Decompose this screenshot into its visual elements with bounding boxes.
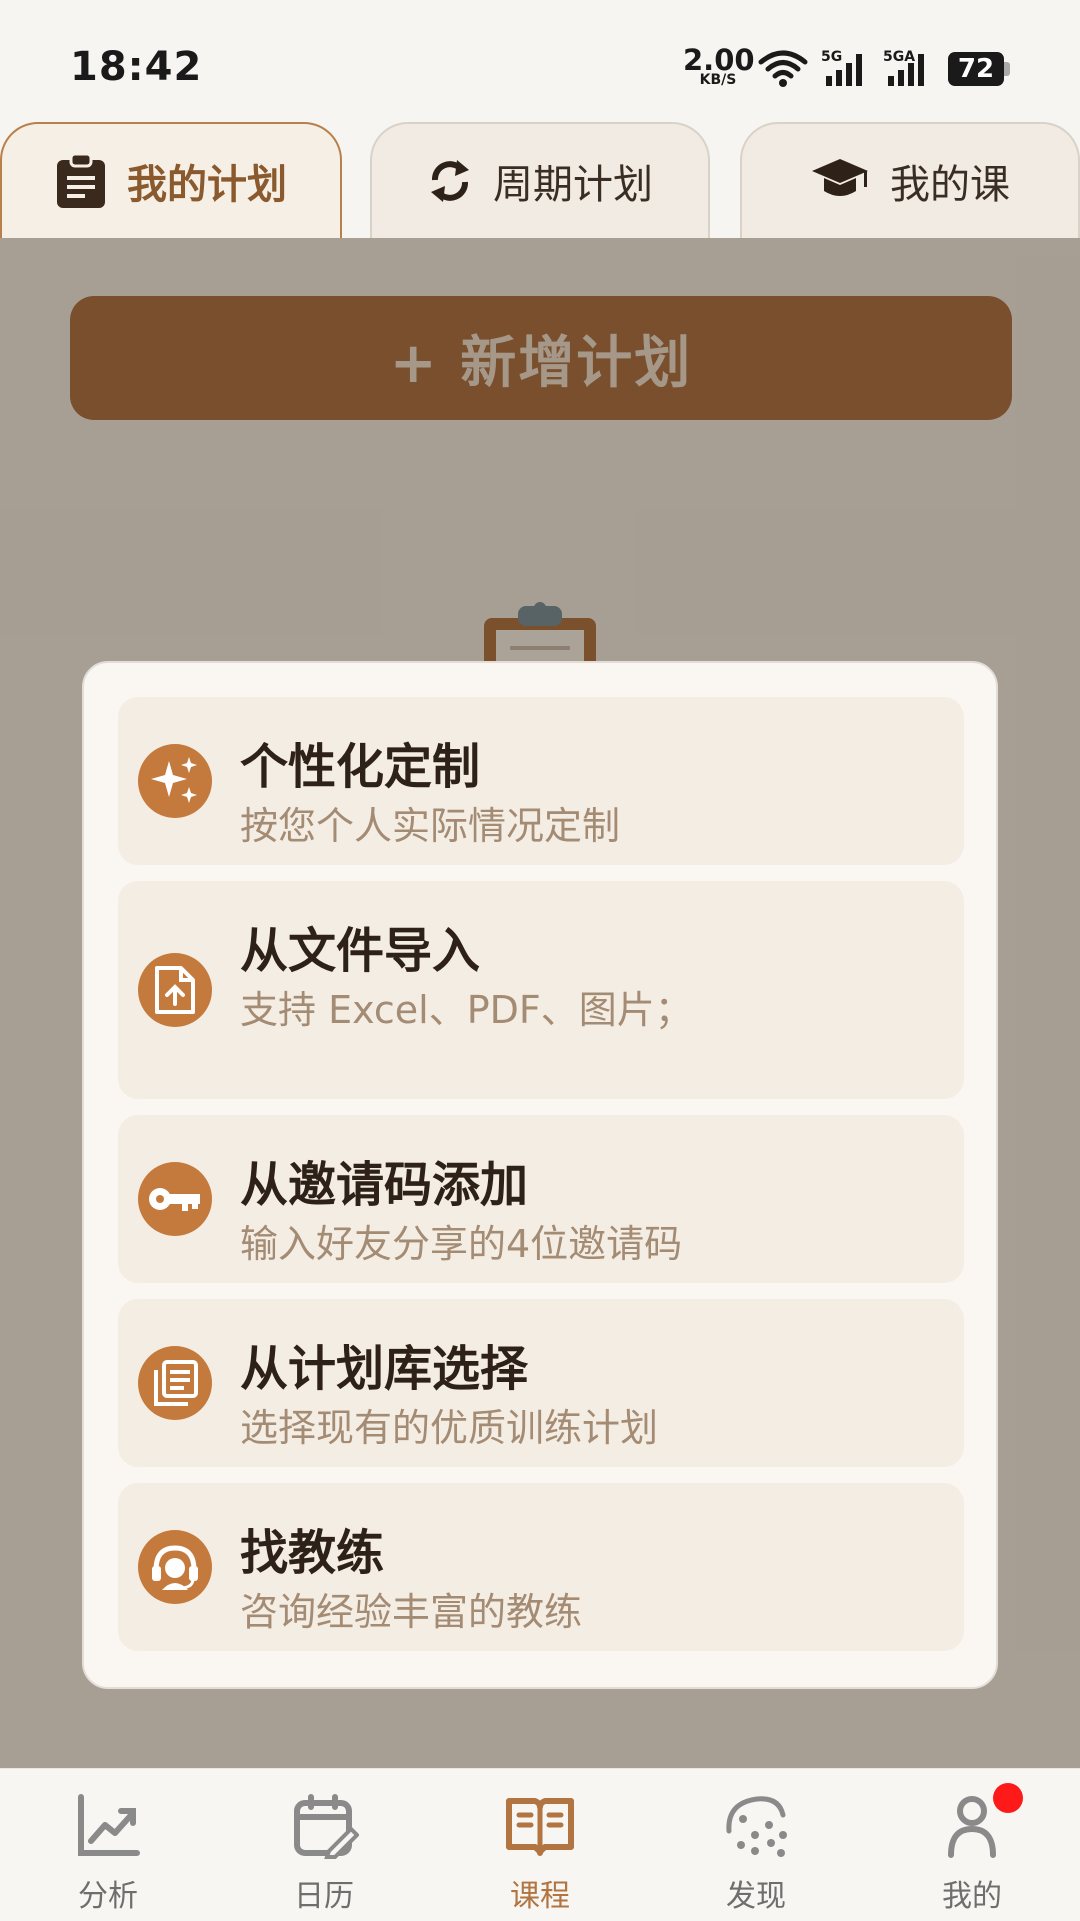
menu-item-title: 个性化定制 xyxy=(240,739,481,795)
nav-label: 日历 xyxy=(294,1879,354,1914)
menu-item-title: 从文件导入 xyxy=(240,923,481,979)
headset-icon xyxy=(138,1530,212,1604)
menu-item-subtitle: 按您个人实际情况定制 xyxy=(240,804,621,848)
menu-item-title: 从计划库选择 xyxy=(240,1341,529,1397)
menu-item-title: 从邀请码添加 xyxy=(240,1157,529,1213)
battery-indicator: 72 xyxy=(948,52,1012,86)
tab-label: 周期计划 xyxy=(493,162,653,208)
tab-cycle-plan[interactable]: 周期计划 xyxy=(370,122,710,238)
menu-item-personalize[interactable]: 个性化定制 按您个人实际情况定制 xyxy=(118,697,964,865)
key-icon xyxy=(138,1162,212,1236)
svg-text:5G: 5G xyxy=(821,49,842,65)
file-upload-icon xyxy=(138,953,212,1027)
nav-mine[interactable]: 我的 xyxy=(864,1769,1080,1921)
library-icon xyxy=(138,1346,212,1420)
clipboard-icon xyxy=(57,152,105,208)
tab-my-plan[interactable]: 我的计划 xyxy=(0,122,342,238)
tab-label: 我的计划 xyxy=(127,162,287,208)
refresh-icon xyxy=(431,160,469,202)
add-plan-menu: 个性化定制 按您个人实际情况定制 从文件导入 支持 Excel、PDF、图片； … xyxy=(82,661,998,1689)
menu-item-title: 找教练 xyxy=(240,1525,385,1581)
menu-item-subtitle: 咨询经验丰富的教练 xyxy=(240,1590,583,1634)
battery-level: 72 xyxy=(957,54,995,84)
network-speed-value: 2.00 xyxy=(683,43,755,77)
discover-icon xyxy=(726,1796,787,1857)
menu-item-import-file[interactable]: 从文件导入 支持 Excel、PDF、图片； xyxy=(118,881,964,1099)
menu-item-find-coach[interactable]: 找教练 咨询经验丰富的教练 xyxy=(118,1483,964,1651)
status-time: 18:42 xyxy=(70,44,203,90)
menu-item-subtitle: 输入好友分享的4位邀请码 xyxy=(240,1222,683,1266)
book-icon xyxy=(506,1798,574,1856)
cellular-signal-icon: 5G xyxy=(821,49,862,86)
calendar-icon xyxy=(294,1794,359,1859)
menu-item-plan-library[interactable]: 从计划库选择 选择现有的优质训练计划 xyxy=(118,1299,964,1467)
nav-label: 分析 xyxy=(78,1879,138,1914)
bottom-navigation: 分析 日历 课程 发现 我的 xyxy=(0,1768,1080,1921)
nav-calendar[interactable]: 日历 xyxy=(216,1769,432,1921)
network-speed: 2.00 KB/S xyxy=(683,43,755,88)
notification-badge xyxy=(993,1783,1023,1813)
nav-discover[interactable]: 发现 xyxy=(648,1769,864,1921)
wifi-icon xyxy=(758,50,808,87)
chart-icon xyxy=(78,1794,140,1856)
nav-label: 课程 xyxy=(510,1879,570,1914)
tab-label: 我的课 xyxy=(890,162,1010,208)
menu-item-invite-code[interactable]: 从邀请码添加 输入好友分享的4位邀请码 xyxy=(118,1115,964,1283)
graduation-cap-icon xyxy=(812,159,868,196)
cellular-signal-2-icon: 5GA xyxy=(883,49,924,86)
sparkles-icon xyxy=(138,744,212,818)
tab-my-course[interactable]: 我的课 xyxy=(740,122,1080,238)
nav-analysis[interactable]: 分析 xyxy=(0,1769,216,1921)
battery-cap xyxy=(1004,62,1010,76)
nav-label: 我的 xyxy=(942,1879,1002,1914)
svg-text:5GA: 5GA xyxy=(883,49,915,65)
nav-label: 发现 xyxy=(726,1879,786,1914)
menu-item-subtitle: 支持 Excel、PDF、图片； xyxy=(240,988,693,1032)
nav-courses[interactable]: 课程 xyxy=(432,1769,648,1921)
menu-item-subtitle: 选择现有的优质训练计划 xyxy=(240,1406,659,1450)
